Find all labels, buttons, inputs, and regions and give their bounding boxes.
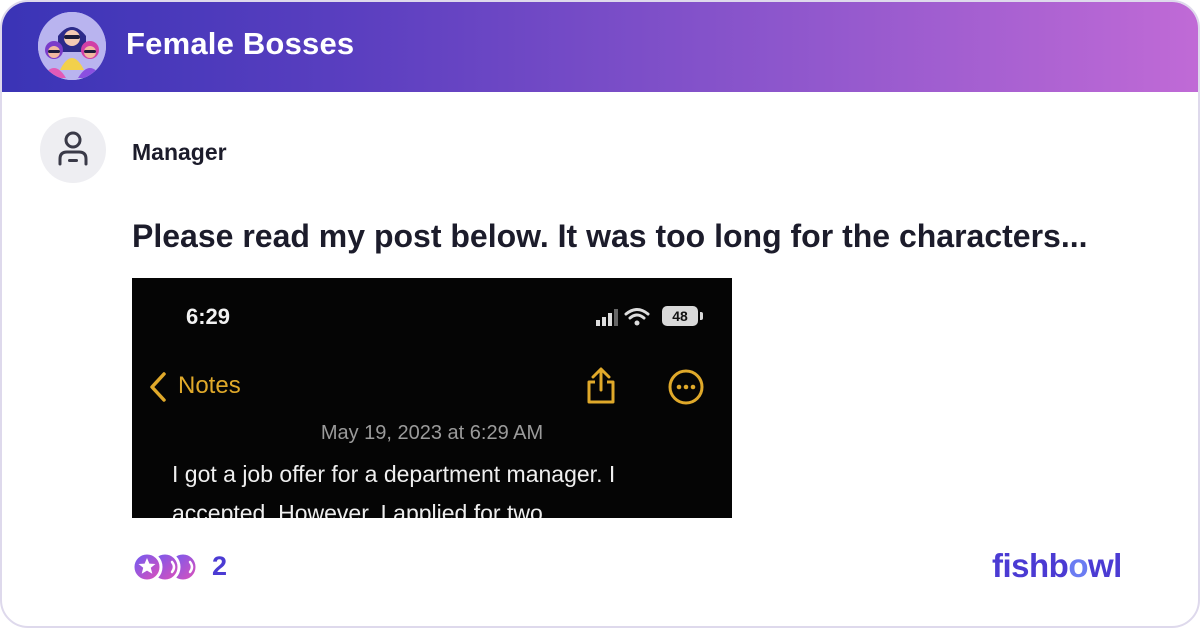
bowl-avatar[interactable] — [38, 12, 106, 80]
post-card[interactable]: Female Bosses Manager Please read my pos… — [0, 0, 1200, 628]
author-role: Manager — [132, 139, 227, 165]
person-icon — [58, 131, 88, 166]
chevron-left-icon — [150, 372, 166, 402]
fishbowl-logo[interactable]: fishbowl — [992, 547, 1122, 585]
brand-o: o — [1068, 547, 1088, 584]
share-icon — [587, 367, 615, 404]
status-time: 6:29 — [186, 304, 231, 329]
ellipsis-circle-icon — [668, 369, 704, 405]
user-avatar — [40, 117, 106, 183]
bowl-name[interactable]: Female Bosses — [126, 26, 354, 62]
reaction-icons[interactable] — [132, 550, 202, 584]
note-date: May 19, 2023 at 6:29 AM — [320, 422, 544, 444]
bowl-header: Female Bosses — [2, 2, 1198, 92]
battery-tip — [700, 312, 703, 320]
battery-indicator: 48 — [662, 306, 698, 326]
note-text-line: I got a job offer for a department manag… — [172, 461, 616, 487]
female-bosses-illustration-icon — [38, 12, 106, 80]
wifi-icon — [624, 308, 650, 320]
signal-wifi-icons — [596, 308, 650, 326]
post-title[interactable]: Please read my post below. It was too lo… — [132, 218, 1088, 255]
note-text-line: accepted. However, I applied for two — [172, 500, 543, 518]
brand-suffix: wl — [1088, 547, 1122, 584]
cellular-signal-icon — [596, 320, 600, 326]
post-image[interactable]: 6:29 48 Notes May 19, 2023 at 6:29 AM I … — [132, 278, 732, 518]
notes-back-label: Notes — [178, 372, 241, 399]
brand-prefix: fishb — [992, 547, 1069, 584]
reaction-count: 2 — [212, 551, 228, 581]
